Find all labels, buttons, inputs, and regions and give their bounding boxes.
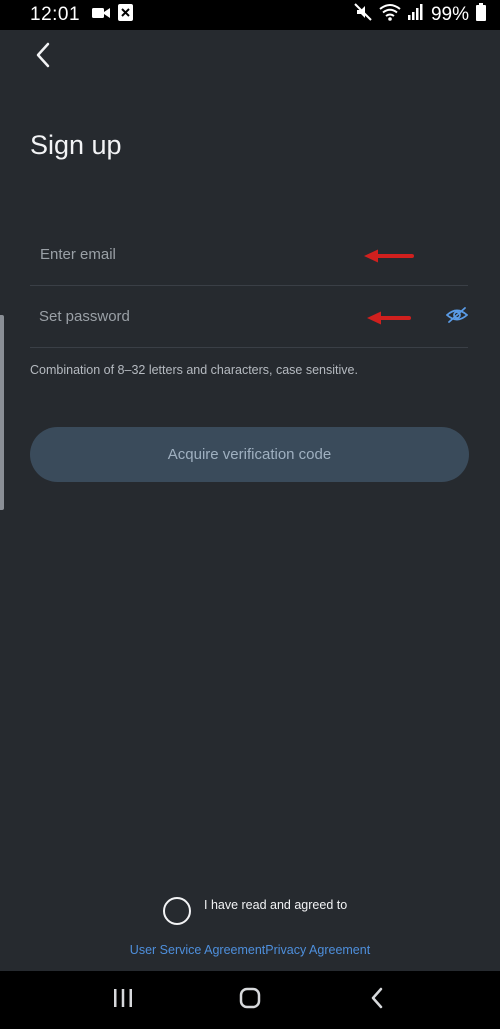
signup-screen: Sign up Combination of 8–32 letters and … — [0, 30, 500, 971]
password-visibility-toggle[interactable] — [445, 306, 469, 329]
edge-panel-handle[interactable] — [0, 315, 4, 510]
close-box-icon — [118, 3, 134, 27]
privacy-agreement-link[interactable]: Privacy Agreement — [265, 943, 370, 957]
signal-icon — [407, 4, 424, 26]
chevron-left-icon — [35, 42, 51, 73]
email-field-row — [30, 224, 468, 286]
wifi-icon — [379, 3, 401, 27]
recent-apps-button[interactable] — [103, 980, 143, 1020]
password-hint: Combination of 8–32 letters and characte… — [30, 363, 358, 377]
video-camera-icon — [92, 4, 111, 26]
system-nav-bar — [0, 971, 500, 1029]
password-input[interactable] — [30, 308, 468, 325]
nav-back-button[interactable] — [357, 980, 397, 1020]
user-service-agreement-link[interactable]: User Service Agreement — [130, 943, 265, 957]
agreement-row: I have read and agreed to — [163, 895, 347, 925]
battery-icon — [476, 3, 486, 27]
page-title: Sign up — [30, 130, 122, 160]
password-field-row — [30, 286, 469, 348]
agreement-links: User Service AgreementPrivacy Agreement — [0, 943, 500, 957]
battery-percent: 99% — [430, 4, 469, 25]
status-time: 12:01 — [30, 4, 81, 25]
home-icon — [239, 987, 261, 1014]
back-button[interactable] — [28, 42, 58, 72]
status-bar: 12:01 99% — [0, 0, 500, 30]
back-icon — [370, 987, 384, 1014]
home-button[interactable] — [230, 980, 270, 1020]
agreement-checkbox[interactable] — [163, 897, 191, 925]
recent-apps-icon — [113, 988, 133, 1012]
agreement-text: I have read and agreed to — [204, 898, 348, 912]
acquire-verification-code-button[interactable]: Acquire verification code — [30, 427, 469, 482]
eye-slash-icon — [445, 306, 469, 329]
email-input[interactable] — [30, 246, 468, 263]
mute-icon — [354, 3, 372, 27]
